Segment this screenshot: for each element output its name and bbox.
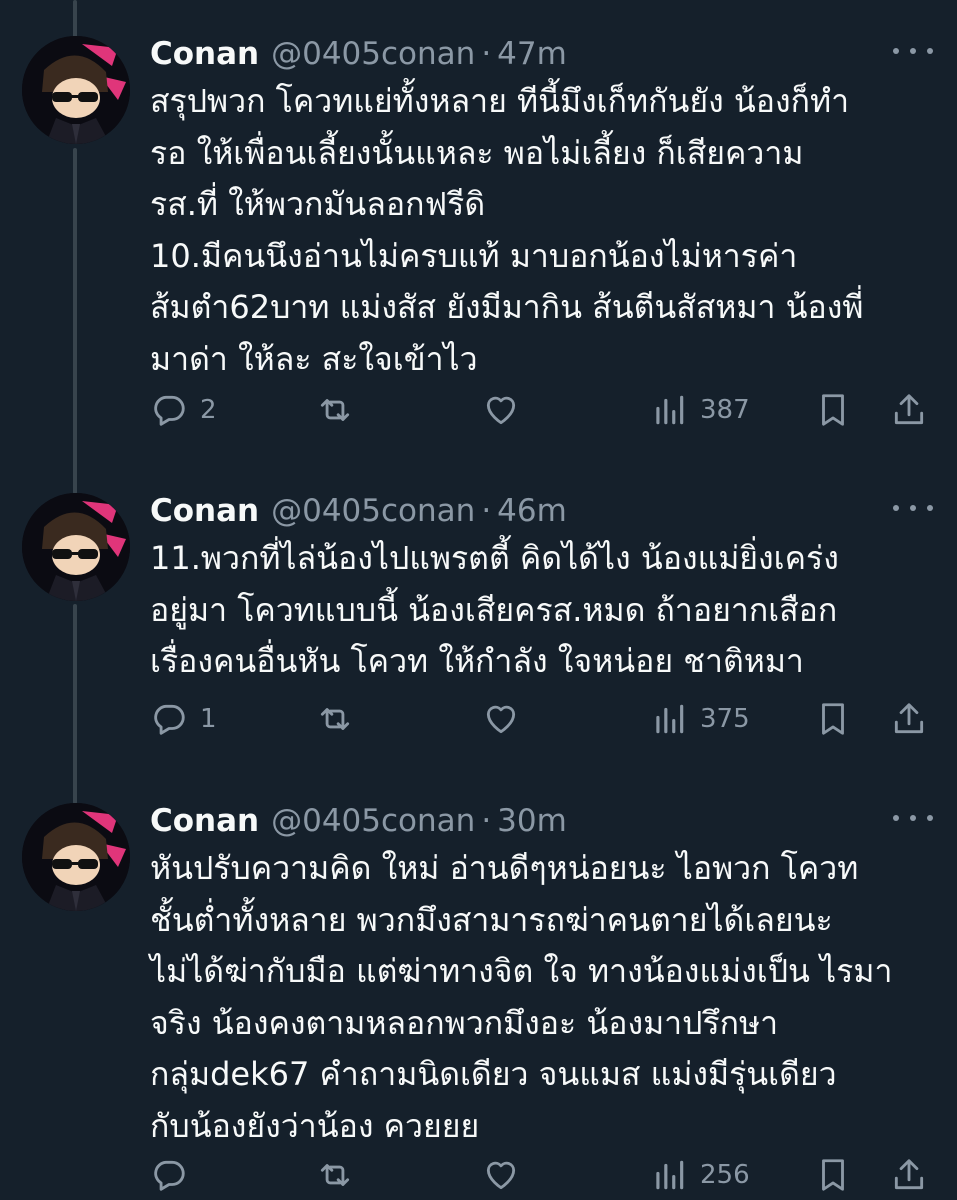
tweet-text: หันปรับความคิด ใหม่ อ่านดีๆหน่อยนะ ไอพวก… [150,843,940,1152]
reply-button[interactable] [150,1150,200,1200]
tweet-text: 11.พวกที่ไล่น้องไปแพรตตี้ คิดได้ไง น้องแ… [150,533,940,688]
reply-icon [154,1160,185,1191]
tweet-text-line: จริง น้องคงตามหลอกพวกมึงอะ น้องมาปรึกษา [150,1003,779,1042]
tweet-text-line: รอ ให้เพื่อนเลี้ยงนั้นแหละ พอไม่เลี้ยง ก… [150,133,804,172]
tweet-text-line: หันปรับความคิด ใหม่ อ่านดีๆหน่อยนะ ไอพวก… [150,849,859,887]
share-button[interactable] [890,1150,928,1200]
bookmark-icon [822,394,844,426]
view-count: 387 [700,395,750,425]
author-name[interactable]: Conan [150,803,259,839]
timestamp[interactable]: 46m [497,493,567,529]
share-icon [894,394,924,425]
reply-button[interactable]: 1 [150,694,217,744]
tweet-text-line: ไม่ได้ฆ่ากับมือ แต่ฆ่าทางจิต ใจ ทางน้องแ… [150,952,893,990]
timestamp[interactable]: 30m [497,803,567,839]
author-name[interactable]: Conan [150,36,259,72]
heart-icon [486,396,516,425]
tweet-text-line: กลุ่มdek67 คำถามนิดเดียว จนแมส แม่งมีรุ่… [150,1055,837,1093]
tweet-text-line: ชั้นต่ำทั้งหลาย พวกมึงสามารถฆ่าคนตายได้เ… [150,900,833,939]
tweet[interactable]: Conan @0405conan · 46m 11.พวกที่ไล่น้องไ… [0,487,957,777]
separator-dot: · [481,803,492,839]
tweet-text-line: สรุปพวก โควทแย่ทั้งหลาย ทีนี้มึงเก็ทกันย… [150,82,850,120]
bookmark-button[interactable] [814,1150,852,1200]
bookmark-button[interactable] [814,694,852,744]
bookmark-icon [822,703,844,735]
author-handle[interactable]: @0405conan [271,36,475,72]
tweet[interactable]: Conan @0405conan · 47m สรุปพวก โควทแย่ทั… [0,30,957,470]
views-icon [656,704,684,734]
tweet-text-line: ส้มตำ62บาท แม่งสัส ยังมีมากิน ส้นตีนสัสห… [150,288,864,326]
views-button[interactable]: 375 [650,694,750,744]
share-icon [894,703,924,734]
views-icon [656,395,684,425]
more-icon[interactable] [893,36,933,66]
bookmark-icon [822,1159,844,1191]
reply-count: 1 [200,704,217,734]
separator-dot: · [481,36,492,72]
tweet-actions: 1 375 [150,694,940,744]
tweet-text-line: 11.พวกที่ไล่น้องไปแพรตตี้ คิดได้ไง น้องแ… [150,539,839,577]
like-button[interactable] [482,385,532,435]
avatar-image [22,803,130,911]
share-icon [894,1159,924,1190]
like-button[interactable] [482,694,532,744]
timestamp[interactable]: 47m [497,36,567,72]
share-button[interactable] [890,694,928,744]
retweet-icon [320,1164,350,1186]
tweet-text: สรุปพวก โควทแย่ทั้งหลาย ทีนี้มึงเก็ทกันย… [150,76,940,385]
avatar[interactable] [22,36,130,144]
more-icon[interactable] [893,803,933,833]
avatar[interactable] [22,493,130,601]
tweet-text-line: กับน้องยังว่าน้อง ควยยย [150,1106,480,1145]
reply-icon [154,395,185,426]
tweet[interactable]: Conan @0405conan · 30m หันปรับความคิด ให… [0,797,957,1200]
tweet-text-line: เรื่องคนอื่นหัน โควท ให้กำลัง ใจหน่อย ชา… [150,642,804,680]
more-icon[interactable] [893,493,933,523]
heart-icon [486,1161,516,1190]
retweet-button[interactable] [316,1150,366,1200]
tweet-header: Conan @0405conan · 30m [150,797,567,845]
retweet-button[interactable] [316,385,366,435]
author-handle[interactable]: @0405conan [271,493,475,529]
view-count: 256 [700,1160,750,1190]
tweet-text-line: 10.มีคนนึงอ่านไม่ครบแท้ มาบอกน้องไม่หารค… [150,236,798,275]
tweet-actions: 2 387 [150,385,940,435]
view-count: 375 [700,704,750,734]
share-button[interactable] [890,385,928,435]
views-button[interactable]: 387 [650,385,750,435]
reply-button[interactable]: 2 [150,385,217,435]
avatar-image [22,493,130,601]
like-button[interactable] [482,1150,532,1200]
separator-dot: · [481,493,492,529]
tweet-text-line: มาด่า ให้ละ สะใจเข้าไว [150,339,478,378]
avatar-image [22,36,130,144]
views-icon [656,1160,684,1190]
views-button[interactable]: 256 [650,1150,750,1200]
retweet-icon [320,708,350,730]
tweet-actions: 256 [150,1150,940,1200]
bookmark-button[interactable] [814,385,852,435]
reply-count: 2 [200,395,217,425]
tweet-header: Conan @0405conan · 47m [150,30,567,78]
author-handle[interactable]: @0405conan [271,803,475,839]
tweet-text-line: อยู่มา โควทแบบนี้ น้องเสียครส.หมด ถ้าอยา… [150,590,838,629]
retweet-icon [320,399,350,421]
tweet-header: Conan @0405conan · 46m [150,487,567,535]
reply-icon [154,704,185,735]
retweet-button[interactable] [316,694,366,744]
heart-icon [486,705,516,734]
author-name[interactable]: Conan [150,493,259,529]
tweet-text-line: รส.ที่ ให้พวกมันลอกฟรีดิ [150,185,486,223]
avatar[interactable] [22,803,130,911]
